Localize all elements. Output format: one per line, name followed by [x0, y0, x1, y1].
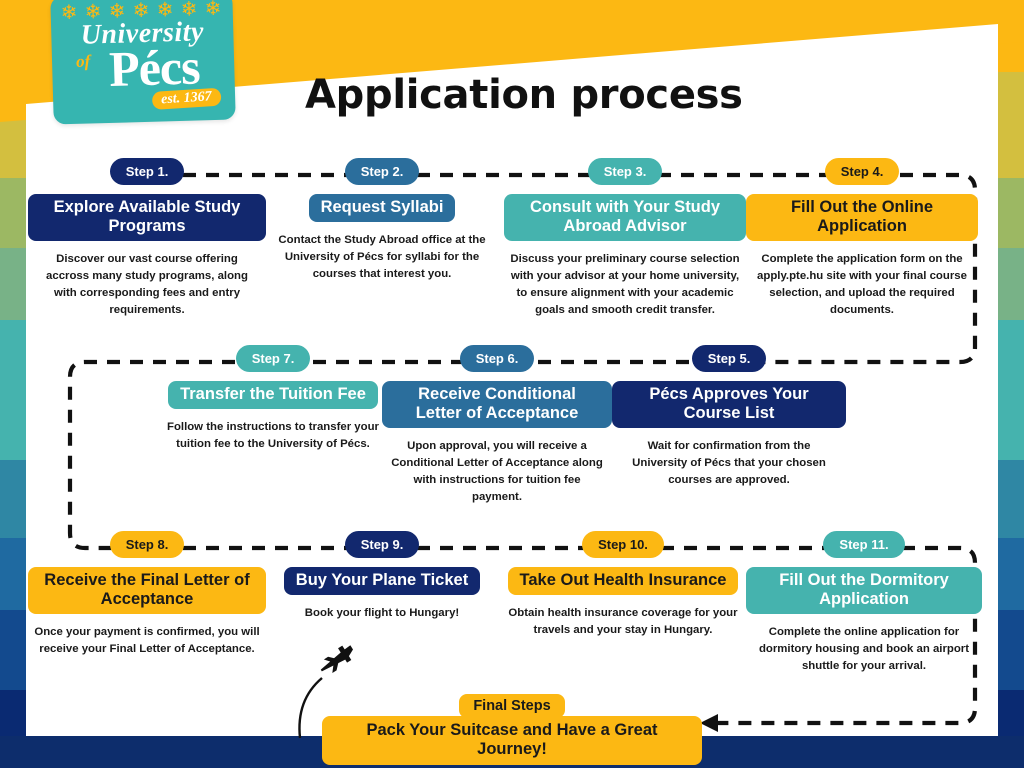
step-title-9: Buy Your Plane Ticket [264, 567, 500, 595]
step-block-7[interactable]: Step 7. Transfer the Tuition Fee Follow … [152, 345, 394, 453]
final-steps-label: Final Steps [459, 694, 565, 718]
step-desc-5: Wait for confirmation from the Universit… [632, 440, 826, 486]
step-desc-11: Complete the online application for dorm… [758, 626, 970, 672]
step-title-7: Transfer the Tuition Fee [152, 381, 394, 409]
step-block-11[interactable]: Step 11. Fill Out the Dormitory Applicat… [746, 531, 982, 675]
step-desc-9: Book your flight to Hungary! [304, 607, 460, 619]
step-badge-10[interactable]: Step 10. [582, 531, 664, 558]
infographic-canvas: ❄ ❄ ❄ ❄ ❄ ❄ ❄ University of Pécs est. 13… [0, 0, 1024, 768]
step-title-6: Receive Conditional Letter of Acceptance [382, 381, 612, 428]
step-title-8: Receive the Final Letter of Acceptance [28, 567, 266, 614]
step-desc-6: Upon approval, you will receive a Condit… [391, 440, 603, 503]
step-desc-3: Discuss your preliminary course selectio… [510, 253, 740, 316]
step-title-11: Fill Out the Dormitory Application [746, 567, 982, 614]
step-desc-7: Follow the instructions to transfer your… [166, 421, 379, 450]
step-block-2[interactable]: Step 2. Request Syllabi Contact the Stud… [262, 158, 502, 283]
university-logo[interactable]: ❄ ❄ ❄ ❄ ❄ ❄ ❄ University of Pécs est. 13… [50, 0, 236, 125]
color-stripe [998, 538, 1024, 610]
color-stripe [998, 320, 1024, 460]
step-badge-5[interactable]: Step 5. [691, 345, 767, 372]
final-steps-message: Pack Your Suitcase and Have a Great Jour… [322, 716, 702, 765]
step-block-6[interactable]: Step 6. Receive Conditional Letter of Ac… [382, 345, 612, 506]
step-badge-9[interactable]: Step 9. [344, 531, 420, 558]
final-steps-block[interactable]: Final Steps Pack Your Suitcase and Have … [322, 694, 702, 765]
color-stripe [998, 178, 1024, 248]
step-badge-11[interactable]: Step 11. [823, 531, 905, 558]
step-desc-8: Once your payment is confirmed, you will… [34, 626, 260, 655]
color-stripe [0, 248, 26, 320]
page-title: Application process [305, 72, 743, 118]
logo-established-badge: est. 1367 [152, 87, 222, 110]
step-block-10[interactable]: Step 10. Take Out Health Insurance Obtai… [504, 531, 742, 639]
step-block-9[interactable]: Step 9. Buy Your Plane Ticket Book your … [264, 531, 500, 622]
step-block-5[interactable]: Step 5. Pécs Approves Your Course List W… [612, 345, 846, 489]
step-badge-1[interactable]: Step 1. [109, 158, 185, 185]
color-stripe [0, 460, 26, 538]
step-desc-1: Discover our vast course offering accros… [46, 253, 248, 316]
color-stripe [0, 320, 26, 460]
step-badge-7[interactable]: Step 7. [235, 345, 311, 372]
step-badge-6[interactable]: Step 6. [459, 345, 535, 372]
step-badge-3[interactable]: Step 3. [587, 158, 663, 185]
step-title-10: Take Out Health Insurance [504, 567, 742, 595]
color-stripe [0, 178, 26, 248]
step-title-4: Fill Out the Online Application [746, 194, 978, 241]
step-title-1: Explore Available Study Programs [28, 194, 266, 241]
step-desc-10: Obtain health insurance coverage for you… [508, 607, 738, 636]
step-title-2: Request Syllabi [262, 194, 502, 222]
step-block-8[interactable]: Step 8. Receive the Final Letter of Acce… [28, 531, 266, 658]
step-badge-4[interactable]: Step 4. [824, 158, 900, 185]
color-stripe [0, 610, 26, 690]
color-stripe [998, 610, 1024, 690]
step-desc-2: Contact the Study Abroad office at the U… [278, 234, 486, 280]
step-title-3: Consult with Your Study Abroad Advisor [504, 194, 746, 241]
step-block-3[interactable]: Step 3. Consult with Your Study Abroad A… [504, 158, 746, 319]
step-desc-4: Complete the application form on the app… [757, 253, 967, 316]
step-badge-2[interactable]: Step 2. [344, 158, 420, 185]
color-stripe [998, 248, 1024, 320]
right-color-stripes [998, 0, 1024, 768]
step-block-4[interactable]: Step 4. Fill Out the Online Application … [746, 158, 978, 319]
step-badge-8[interactable]: Step 8. [109, 531, 185, 558]
color-stripe [0, 538, 26, 610]
step-block-1[interactable]: Step 1. Explore Available Study Programs… [28, 158, 266, 319]
color-stripe [998, 460, 1024, 538]
color-stripe [998, 72, 1024, 178]
step-title-5: Pécs Approves Your Course List [612, 381, 846, 428]
